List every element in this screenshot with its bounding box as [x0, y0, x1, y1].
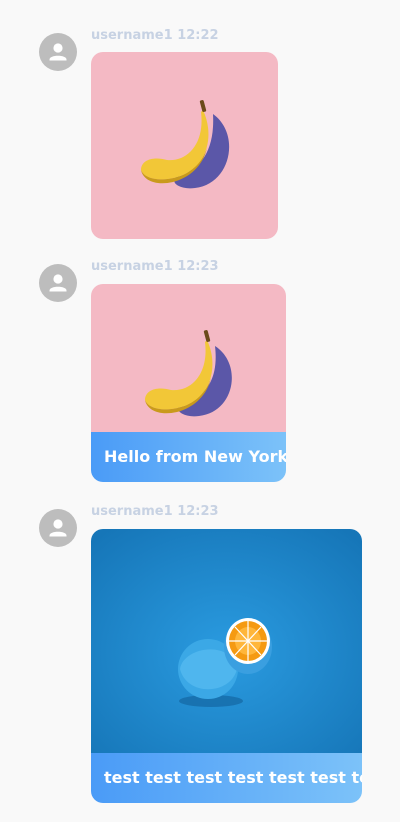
message-username: username1: [91, 259, 173, 274]
message-bubble[interactable]: test test test test test test test: [91, 529, 362, 803]
avatar[interactable]: [39, 264, 77, 302]
message-meta: username1 12:22: [91, 28, 219, 43]
message-bubble[interactable]: Hello from New York: [91, 284, 286, 482]
avatar[interactable]: [39, 33, 77, 71]
message-meta: username1 12:23: [91, 259, 219, 274]
person-icon: [49, 43, 67, 61]
message-username: username1: [91, 28, 173, 43]
avatar[interactable]: [39, 509, 77, 547]
message-bubble[interactable]: [91, 52, 278, 239]
message-username: username1: [91, 504, 173, 519]
message-time: 12:23: [177, 259, 219, 274]
message-caption: test test test test test test test: [91, 753, 362, 803]
orange-photo[interactable]: [91, 529, 362, 753]
banana-photo[interactable]: [91, 52, 278, 239]
message-caption: Hello from New York: [91, 432, 286, 482]
person-icon: [49, 274, 67, 292]
chat-message-list: username1 12:22 username1 12:23 Hello fr…: [0, 0, 400, 822]
message-time: 12:22: [177, 28, 219, 43]
message-time: 12:23: [177, 504, 219, 519]
person-icon: [49, 519, 67, 537]
message-meta: username1 12:23: [91, 504, 219, 519]
banana-photo[interactable]: [91, 284, 286, 432]
